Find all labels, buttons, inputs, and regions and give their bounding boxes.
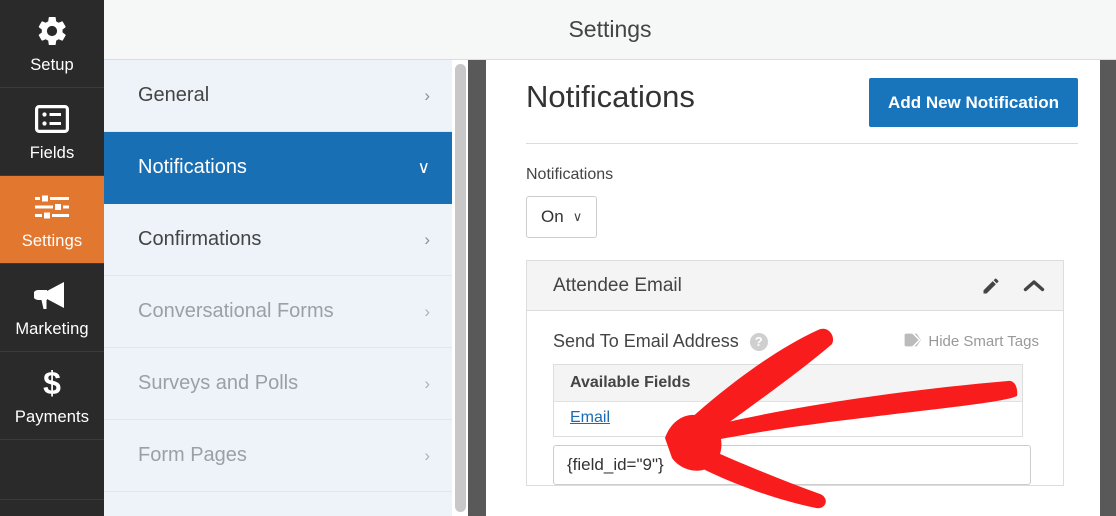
nav-scrollbar-thumb[interactable] (455, 64, 466, 512)
chevron-right-icon: › (424, 446, 430, 465)
page-heading: Settings (568, 16, 652, 42)
sidebar-item-label: Notifications (138, 156, 247, 178)
notifications-toggle-select[interactable]: On ∨ (526, 196, 598, 238)
available-fields-box: Available Fields Email (553, 364, 1023, 437)
sidebar-item-label: Confirmations (138, 228, 262, 250)
list-box-icon (34, 102, 70, 136)
hide-smart-tags-button[interactable]: Hide Smart Tags (904, 333, 1039, 351)
rail-item-marketing[interactable]: Marketing (0, 264, 104, 352)
chevron-down-icon: ∨ (572, 209, 583, 224)
top-bar: Settings (104, 0, 1116, 60)
chevron-right-icon: › (424, 374, 430, 393)
dollar-sign-icon: $ (34, 366, 70, 400)
available-fields-list: Email (554, 402, 1022, 436)
rail-item-settings[interactable]: Settings (0, 176, 104, 264)
help-icon[interactable]: ? (749, 332, 768, 351)
sidebar-item-label: Form Pages (138, 444, 247, 466)
rail-item-label: Fields (29, 143, 75, 162)
sidebar-item-general[interactable]: General › (104, 60, 452, 132)
svg-text:$: $ (43, 366, 61, 400)
rail-item-label: Marketing (15, 319, 89, 338)
gear-icon (34, 14, 70, 48)
main-content: Notifications Add New Notification Notif… (486, 60, 1100, 516)
sidebar-item-label: General (138, 84, 210, 106)
send-to-row: Send To Email Address ? Hide Smart Tags (553, 331, 1039, 352)
notification-card-header: Attendee Email (527, 261, 1063, 311)
hide-smart-tags-label: Hide Smart Tags (928, 333, 1039, 350)
chevron-right-icon: › (424, 86, 430, 105)
panel-divider-left (468, 60, 486, 516)
sidebar-item-notifications[interactable]: Notifications ∨ (104, 132, 452, 204)
page-title: Notifications (526, 79, 695, 114)
available-fields-header: Available Fields (554, 365, 1022, 402)
sidebar-item-conversational-forms[interactable]: Conversational Forms › (104, 276, 452, 348)
notifications-toggle-label: Notifications (526, 166, 614, 183)
rail-item-label: Payments (14, 407, 90, 426)
tag-icon (904, 333, 922, 351)
rail-item-fields[interactable]: Fields (0, 88, 104, 176)
chevron-down-icon: ∨ (417, 158, 430, 177)
sidebar-item-surveys-and-polls[interactable]: Surveys and Polls › (104, 348, 452, 420)
primary-icon-rail: Setup Fields Settings Marketing $ Paymen… (0, 0, 104, 516)
sidebar-item-form-pages[interactable]: Form Pages › (104, 420, 452, 492)
settings-nav-panel: General › Notifications ∨ Confirmations … (104, 60, 452, 516)
sidebar-item-confirmations[interactable]: Confirmations › (104, 204, 452, 276)
panel-divider-right (1100, 60, 1116, 516)
chevron-right-icon: › (424, 302, 430, 321)
rail-item-setup[interactable]: Setup (0, 0, 104, 88)
available-field-email[interactable]: Email (570, 409, 610, 426)
rail-filler (0, 440, 104, 500)
header-divider (526, 143, 1078, 144)
rail-item-label: Setup (30, 55, 74, 74)
content-header: Notifications Add New Notification (526, 60, 1078, 127)
rail-item-payments[interactable]: $ Payments (0, 352, 104, 440)
rail-item-label: Settings (21, 231, 83, 250)
sliders-icon (34, 190, 70, 224)
send-to-email-label: Send To Email Address (553, 331, 739, 351)
sidebar-item-label: Conversational Forms (138, 300, 334, 322)
pencil-icon[interactable] (981, 276, 1001, 296)
app-root: Setup Fields Settings Marketing $ Paymen… (0, 0, 1116, 516)
notifications-toggle-value: On (541, 207, 564, 226)
megaphone-icon (34, 278, 70, 312)
chevron-up-icon[interactable] (1023, 278, 1045, 294)
notification-card-title: Attendee Email (553, 274, 682, 296)
notification-card: Attendee Email Send To Email Address ? H… (526, 260, 1064, 486)
add-new-notification-button[interactable]: Add New Notification (869, 78, 1078, 127)
send-to-email-input[interactable] (553, 445, 1031, 485)
sidebar-item-label: Surveys and Polls (138, 372, 299, 394)
chevron-right-icon: › (424, 230, 430, 249)
notification-card-body: Send To Email Address ? Hide Smart Tags (527, 311, 1063, 485)
send-to-email-label-group: Send To Email Address ? (553, 331, 768, 352)
notification-card-actions (981, 276, 1045, 296)
